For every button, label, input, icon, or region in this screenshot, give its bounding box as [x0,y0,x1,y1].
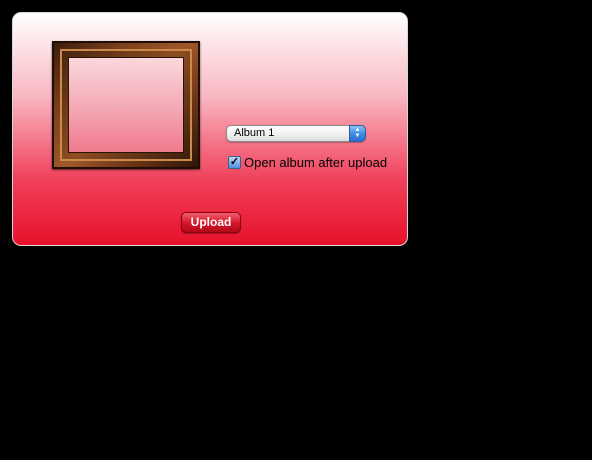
upload-button[interactable]: Upload [181,212,241,233]
open-album-label: Open album after upload [244,154,388,170]
updown-arrows-icon: ▲ ▼ [349,125,366,142]
upload-panel: Album 1 ▲ ▼ ✓ Open album after upload Upl… [12,12,408,246]
album-select[interactable]: Album 1 ▲ ▼ [226,125,366,142]
frame-empty-canvas [68,57,184,153]
frame-molding [60,49,192,161]
picture-frame-preview [52,41,200,169]
open-album-checkbox[interactable]: ✓ [228,155,241,169]
open-album-option[interactable]: ✓ Open album after upload [228,154,387,170]
album-select-value: Album 1 [234,127,275,139]
